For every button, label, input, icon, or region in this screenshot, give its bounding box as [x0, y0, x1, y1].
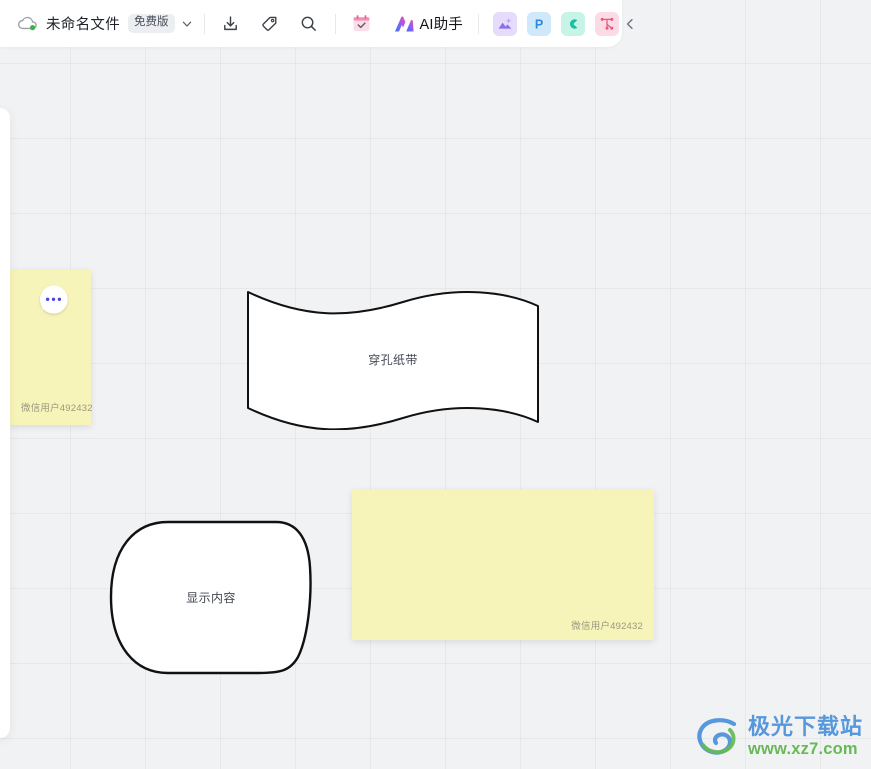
- ai-sparkle-icon: [393, 14, 415, 34]
- calendar-check-icon[interactable]: [347, 9, 377, 39]
- ai-sparkle-svg: [394, 15, 414, 31]
- left-tool-panel[interactable]: [0, 108, 10, 738]
- aurora-swirl-svg: [697, 718, 737, 755]
- sticky-note-right[interactable]: 微信用户492432: [352, 490, 654, 640]
- watermark-title: 极光下载站: [747, 714, 863, 740]
- toolbar-divider-3: [478, 13, 479, 34]
- watermark-text: 极光下载站 www.xz7.com: [748, 716, 863, 758]
- tag-svg: [262, 16, 277, 31]
- chevron-down-icon[interactable]: [181, 16, 193, 32]
- shape-punched-tape[interactable]: 穿孔纸带: [243, 284, 543, 431]
- chevron-left-svg: [626, 18, 633, 29]
- letter-p-icon[interactable]: P: [527, 11, 551, 36]
- mind-map-svg: [600, 17, 614, 30]
- shape-display[interactable]: 显示内容: [108, 519, 314, 676]
- plan-badge[interactable]: 免费版: [128, 14, 175, 33]
- toolbar-divider-2: [334, 13, 336, 34]
- search-svg: [301, 16, 316, 31]
- search-icon[interactable]: [294, 9, 324, 39]
- comment-dots-icon[interactable]: [35, 283, 72, 320]
- punched-tape-svg: [247, 291, 539, 431]
- watermark: 极光下载站 www.xz7.com: [694, 715, 863, 759]
- sticky-note-author: 微信用户492432: [571, 621, 643, 632]
- chevron-left-icon[interactable]: [619, 13, 641, 35]
- download-save-svg: [224, 16, 237, 31]
- image-picture-svg: [498, 17, 512, 29]
- calendar-check-svg: [353, 15, 370, 32]
- letter-p-svg: P: [535, 17, 543, 31]
- watermark-url: www.xz7.com: [747, 740, 858, 759]
- whiteboard-canvas[interactable]: 穿孔纸带 显示内容 微信用户492432 微信用户492432: [0, 0, 871, 769]
- top-toolbar: 未命名文件 免费版 AI助手 P: [0, 0, 633, 47]
- letter-c-svg: [569, 18, 578, 29]
- display-shape-svg: [109, 520, 312, 675]
- aurora-swirl-logo: [694, 715, 742, 759]
- mind-map-icon[interactable]: [595, 11, 619, 36]
- image-picture-icon[interactable]: [493, 11, 517, 36]
- chevron-down-svg: [182, 21, 191, 27]
- download-save-icon[interactable]: [216, 9, 246, 39]
- cloud-sync-icon[interactable]: [14, 11, 40, 37]
- letter-c-icon[interactable]: [561, 11, 585, 36]
- svg-text:P: P: [535, 17, 543, 31]
- comment-dots-svg: [40, 285, 68, 316]
- ai-assistant-label: AI助手: [419, 17, 463, 33]
- toolbar-divider-1: [203, 13, 205, 34]
- tag-icon[interactable]: [255, 9, 285, 39]
- cloud-sync-svg: [17, 16, 37, 30]
- document-title[interactable]: 未命名文件: [46, 13, 120, 34]
- sticky-note-author: 微信用户492432: [21, 403, 93, 414]
- ai-assistant-button[interactable]: AI助手: [393, 13, 464, 34]
